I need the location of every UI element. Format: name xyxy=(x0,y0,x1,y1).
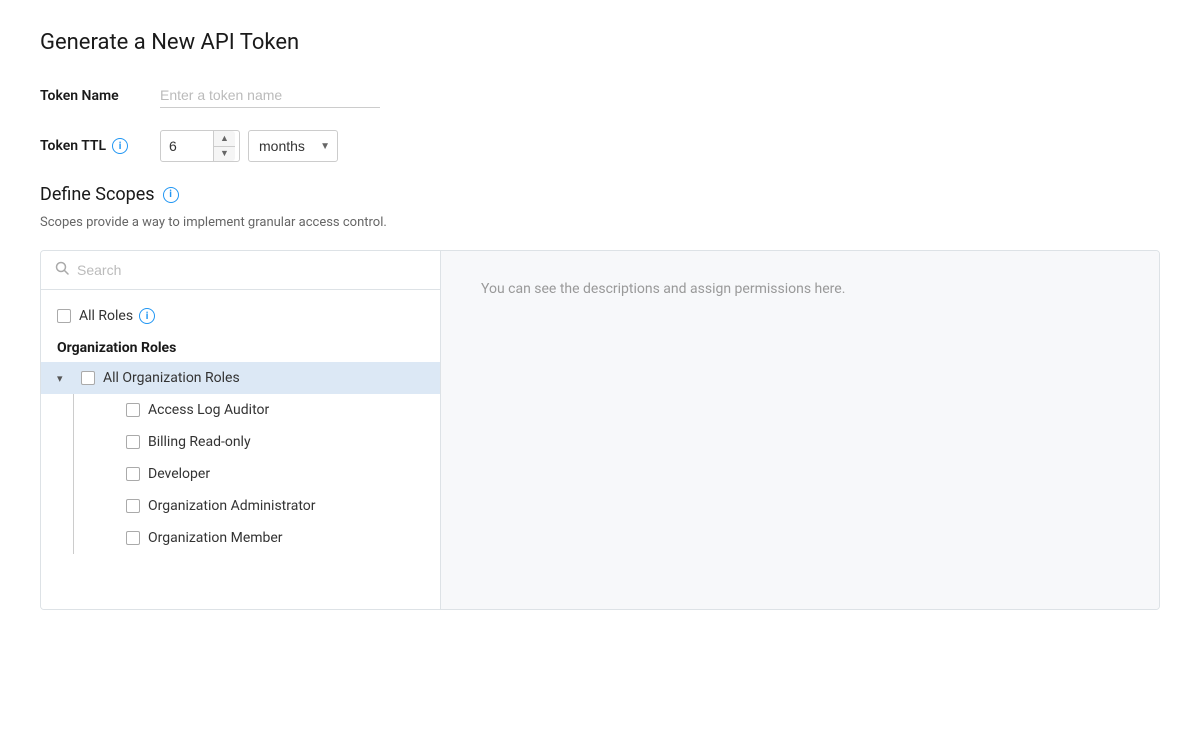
token-ttl-info-icon[interactable]: i xyxy=(112,138,128,154)
org-member-checkbox[interactable] xyxy=(126,531,140,545)
token-ttl-row: Token TTL i ▲ ▼ minutes hours days month… xyxy=(40,130,1160,162)
all-roles-info-icon[interactable]: i xyxy=(139,308,155,324)
all-org-roles-chevron-icon: ▾ xyxy=(57,372,73,385)
sub-role-row-org-admin[interactable]: Organization Administrator xyxy=(74,490,440,522)
scopes-right-placeholder-text: You can see the descriptions and assign … xyxy=(481,281,845,297)
token-name-label: Token Name xyxy=(40,88,160,104)
token-name-row: Token Name xyxy=(40,83,1160,108)
sub-roles-inner: Access Log Auditor Billing Read-only Dev… xyxy=(74,394,440,554)
ttl-decrement-button[interactable]: ▼ xyxy=(214,147,235,162)
page-title: Generate a New API Token xyxy=(40,30,1160,55)
search-bar xyxy=(41,251,440,290)
token-ttl-number-wrapper: ▲ ▼ xyxy=(160,130,240,162)
search-input[interactable] xyxy=(77,262,426,278)
define-scopes-heading: Define Scopes i xyxy=(40,184,1160,205)
org-admin-label: Organization Administrator xyxy=(148,498,316,514)
org-member-label: Organization Member xyxy=(148,530,283,546)
billing-read-only-label: Billing Read-only xyxy=(148,434,251,450)
access-log-auditor-label: Access Log Auditor xyxy=(148,402,269,418)
scopes-left-panel: All Roles i Organization Roles ▾ All Org… xyxy=(41,251,441,609)
all-roles-checkbox[interactable] xyxy=(57,309,71,323)
token-ttl-unit-wrapper: minutes hours days months years ▼ xyxy=(240,130,338,162)
all-roles-label-group: All Roles i xyxy=(79,308,155,324)
developer-checkbox[interactable] xyxy=(126,467,140,481)
sub-role-row-org-member[interactable]: Organization Member xyxy=(74,522,440,554)
scopes-right-panel: You can see the descriptions and assign … xyxy=(441,251,1159,609)
scopes-panel: All Roles i Organization Roles ▾ All Org… xyxy=(40,250,1160,610)
search-icon xyxy=(55,261,69,279)
all-roles-row[interactable]: All Roles i xyxy=(41,300,440,332)
all-org-roles-row[interactable]: ▾ All Organization Roles xyxy=(41,362,440,394)
billing-read-only-checkbox[interactable] xyxy=(126,435,140,449)
sub-role-row-developer[interactable]: Developer xyxy=(74,458,440,490)
scope-description: Scopes provide a way to implement granul… xyxy=(40,215,1160,230)
token-ttl-label: Token TTL xyxy=(40,138,106,154)
sub-role-row-access-log-auditor[interactable]: Access Log Auditor xyxy=(74,394,440,426)
ttl-increment-button[interactable]: ▲ xyxy=(214,131,235,147)
all-roles-label: All Roles xyxy=(79,308,133,324)
token-ttl-number-input[interactable] xyxy=(161,131,213,161)
developer-label: Developer xyxy=(148,466,210,482)
sub-role-row-billing-read-only[interactable]: Billing Read-only xyxy=(74,426,440,458)
token-ttl-label-group: Token TTL i xyxy=(40,138,160,154)
all-org-roles-checkbox[interactable] xyxy=(81,371,95,385)
page-container: Generate a New API Token Token Name Toke… xyxy=(0,0,1200,748)
org-admin-checkbox[interactable] xyxy=(126,499,140,513)
define-scopes-label: Define Scopes xyxy=(40,184,155,205)
org-roles-header: Organization Roles xyxy=(41,332,440,362)
define-scopes-info-icon[interactable]: i xyxy=(163,187,179,203)
access-log-auditor-checkbox[interactable] xyxy=(126,403,140,417)
token-ttl-unit-select[interactable]: minutes hours days months years xyxy=(248,130,338,162)
token-ttl-spinner: ▲ ▼ xyxy=(213,131,235,161)
token-name-input[interactable] xyxy=(160,83,380,108)
all-org-roles-label: All Organization Roles xyxy=(103,370,240,386)
sub-roles-container: Access Log Auditor Billing Read-only Dev… xyxy=(41,394,440,554)
roles-list: All Roles i Organization Roles ▾ All Org… xyxy=(41,290,440,564)
